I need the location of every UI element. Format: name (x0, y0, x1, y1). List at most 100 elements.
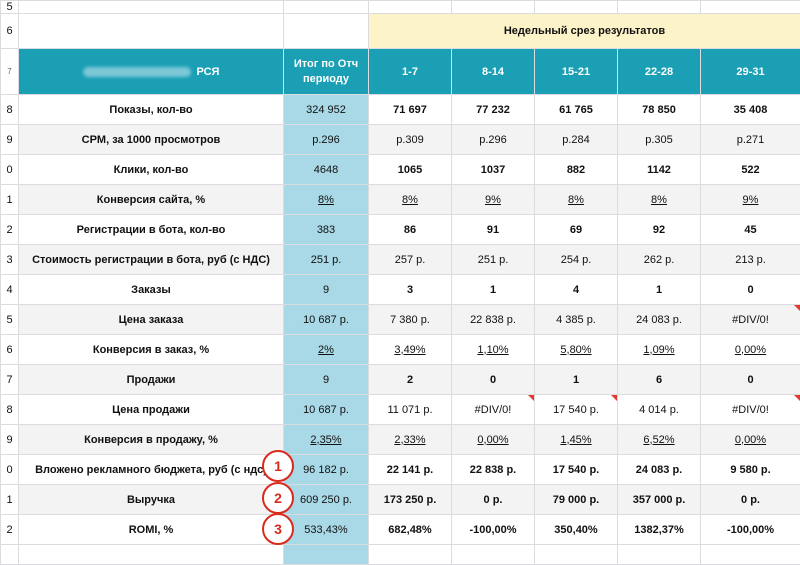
week-cell[interactable]: 1382,37% (618, 515, 701, 545)
total-cell[interactable]: 383 (284, 215, 369, 245)
cell[interactable] (618, 1, 701, 14)
week-header[interactable]: 29-31 (701, 49, 800, 95)
row-label[interactable]: Конверсия в продажу, % (19, 425, 284, 455)
row-label[interactable]: CPM, за 1000 просмотров (19, 125, 284, 155)
week-cell[interactable]: 22 838 р. (452, 455, 535, 485)
section-title[interactable]: Недельный срез результатов (369, 14, 800, 49)
row-label[interactable]: ROMI, % (19, 515, 284, 545)
cell[interactable] (701, 545, 800, 565)
week-cell[interactable]: 24 083 р. (618, 305, 701, 335)
row-number[interactable]: 5 (1, 1, 19, 14)
week-cell[interactable]: 1037 (452, 155, 535, 185)
week-cell[interactable]: 1 (535, 365, 618, 395)
week-cell[interactable]: 350,40% (535, 515, 618, 545)
total-cell[interactable]: 251 р. (284, 245, 369, 275)
week-cell[interactable]: 86 (369, 215, 452, 245)
week-cell[interactable]: 522 (701, 155, 800, 185)
week-cell[interactable]: -100,00% (452, 515, 535, 545)
cell[interactable] (452, 1, 535, 14)
total-cell[interactable] (284, 545, 369, 565)
cell[interactable] (369, 1, 452, 14)
total-cell[interactable]: 324 952 (284, 95, 369, 125)
row-number[interactable]: 5 (1, 305, 19, 335)
week-cell[interactable]: #DIV/0! (452, 395, 535, 425)
week-cell[interactable]: 173 250 р. (369, 485, 452, 515)
row-number[interactable]: 1 (1, 185, 19, 215)
row-label[interactable]: Вложено рекламного бюджета, руб (с ндс) (19, 455, 284, 485)
week-cell[interactable]: 2,33% (369, 425, 452, 455)
week-cell[interactable]: #DIV/0! (701, 395, 800, 425)
total-cell[interactable]: 8% (284, 185, 369, 215)
week-cell[interactable]: 6,52% (618, 425, 701, 455)
cell[interactable] (618, 545, 701, 565)
week-cell[interactable]: 8% (535, 185, 618, 215)
row-label[interactable]: Клики, кол-во (19, 155, 284, 185)
week-cell[interactable]: 1,45% (535, 425, 618, 455)
week-cell[interactable]: р.305 (618, 125, 701, 155)
week-cell[interactable]: 254 р. (535, 245, 618, 275)
total-cell[interactable]: 2,35% (284, 425, 369, 455)
total-cell[interactable]: 9 (284, 275, 369, 305)
row-number[interactable]: 7 (1, 365, 19, 395)
week-cell[interactable]: р.296 (452, 125, 535, 155)
week-header[interactable]: 15-21 (535, 49, 618, 95)
total-cell[interactable]: 4648 (284, 155, 369, 185)
week-cell[interactable]: 213 р. (701, 245, 800, 275)
cell[interactable] (19, 545, 284, 565)
row-label[interactable]: Продажи (19, 365, 284, 395)
row-label[interactable]: Цена заказа (19, 305, 284, 335)
row-number[interactable]: 4 (1, 275, 19, 305)
week-header[interactable]: 22-28 (618, 49, 701, 95)
row-label[interactable]: Цена продажи (19, 395, 284, 425)
week-cell[interactable]: 17 540 р. (535, 455, 618, 485)
week-cell[interactable]: 6 (618, 365, 701, 395)
week-cell[interactable]: 262 р. (618, 245, 701, 275)
cell[interactable] (452, 545, 535, 565)
week-cell[interactable]: 1065 (369, 155, 452, 185)
total-cell[interactable]: 10 687 р. (284, 395, 369, 425)
row-label[interactable]: Регистрации в бота, кол-во (19, 215, 284, 245)
total-cell[interactable]: 9 (284, 365, 369, 395)
week-cell[interactable]: 61 765 (535, 95, 618, 125)
row-label[interactable]: Стоимость регистрации в бота, руб (с НДС… (19, 245, 284, 275)
cell[interactable] (19, 14, 284, 49)
week-cell[interactable]: 0 (452, 365, 535, 395)
total-cell[interactable]: 609 250 р. (284, 485, 369, 515)
total-cell[interactable]: 10 687 р. (284, 305, 369, 335)
week-cell[interactable]: 69 (535, 215, 618, 245)
week-cell[interactable]: 79 000 р. (535, 485, 618, 515)
row-number[interactable]: 9 (1, 425, 19, 455)
week-cell[interactable]: 22 838 р. (452, 305, 535, 335)
week-cell[interactable]: 0 (701, 365, 800, 395)
week-cell[interactable]: 4 (535, 275, 618, 305)
week-cell[interactable]: р.271 (701, 125, 800, 155)
cell[interactable] (535, 545, 618, 565)
week-cell[interactable]: 5,80% (535, 335, 618, 365)
row-number[interactable]: 7 (1, 49, 19, 95)
total-cell[interactable]: 2% (284, 335, 369, 365)
week-cell[interactable]: 0 р. (452, 485, 535, 515)
week-cell[interactable]: 257 р. (369, 245, 452, 275)
week-cell[interactable]: 882 (535, 155, 618, 185)
week-cell[interactable]: 1 (452, 275, 535, 305)
week-cell[interactable]: 7 380 р. (369, 305, 452, 335)
week-cell[interactable]: 35 408 (701, 95, 800, 125)
week-cell[interactable]: 78 850 (618, 95, 701, 125)
week-cell[interactable]: 0,00% (701, 335, 800, 365)
row-label[interactable]: Конверсия сайта, % (19, 185, 284, 215)
week-cell[interactable]: 9% (452, 185, 535, 215)
week-cell[interactable]: 8% (618, 185, 701, 215)
row-number[interactable]: 8 (1, 95, 19, 125)
week-header[interactable]: 1-7 (369, 49, 452, 95)
week-cell[interactable]: 45 (701, 215, 800, 245)
week-cell[interactable]: 17 540 р. (535, 395, 618, 425)
week-cell[interactable]: -100,00% (701, 515, 800, 545)
week-cell[interactable]: 1,10% (452, 335, 535, 365)
cell[interactable] (284, 14, 369, 49)
row-number[interactable] (1, 545, 19, 565)
week-cell[interactable]: 357 000 р. (618, 485, 701, 515)
row-number[interactable]: 3 (1, 245, 19, 275)
total-cell[interactable]: 533,43% (284, 515, 369, 545)
week-cell[interactable]: 3 (369, 275, 452, 305)
row-number[interactable]: 2 (1, 515, 19, 545)
